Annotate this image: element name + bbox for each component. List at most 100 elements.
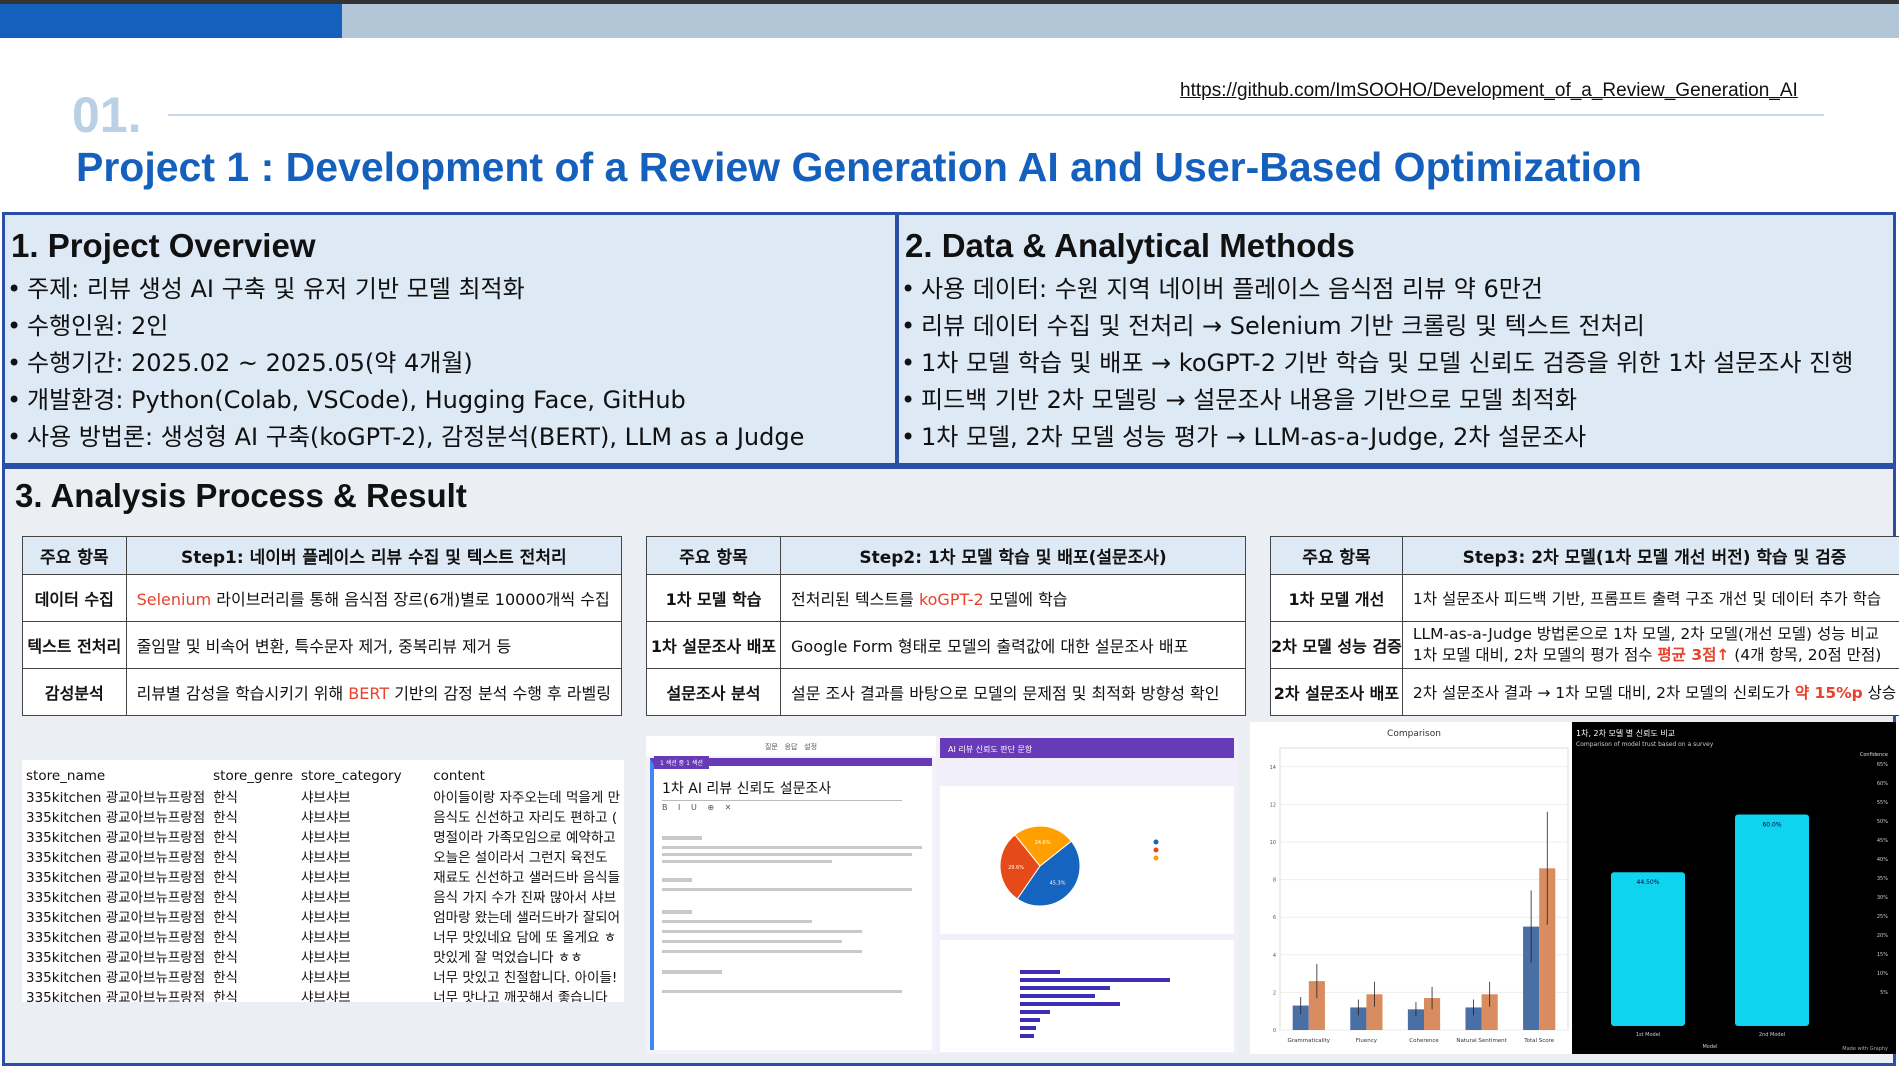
- comparison-chart: Comparison 0 2 4 6 8 10 12 14 Grammaticality Fluen…: [1270, 729, 1569, 1044]
- row-value: 1차 설문조사 피드백 기반, 프롬프트 출력 구조 개선 및 데이터 추가 학…: [1401, 574, 1899, 622]
- table-cell: 샤브샤브: [301, 869, 351, 886]
- tab-questions[interactable]: 질문: [765, 743, 778, 751]
- highlight-text: BERT: [348, 684, 390, 703]
- colorbar-tick: 35%: [1877, 876, 1888, 882]
- hbar-marks: [1020, 970, 1170, 1038]
- table-header: 주요 항목: [1270, 536, 1403, 575]
- hbar-chart: [1020, 970, 1170, 1038]
- table-cell: 샤브샤브: [301, 989, 351, 1002]
- methods-list: 사용 데이터: 수원 지역 네이버 플레이스 음식점 리뷰 약 6만건 리뷰 데…: [899, 271, 1893, 456]
- italic-icon[interactable]: I: [678, 803, 684, 812]
- table-cell: 샤브샤브: [301, 809, 351, 826]
- table-header: content: [433, 767, 485, 784]
- colorbar-tick: 25%: [1877, 914, 1888, 920]
- top-bar: [0, 0, 1899, 38]
- row-text: 라이브러리를 통해 음식점 장르(6개)별로 10000개씩 수집: [211, 590, 610, 609]
- bold-icon[interactable]: B: [662, 803, 672, 812]
- results-header: AI 리뷰 신뢰도 판단 문항: [940, 738, 1234, 758]
- tab-responses[interactable]: 응답: [785, 743, 798, 751]
- y-tick-label: 2: [1273, 990, 1276, 996]
- table-cell: 오늘은 설이라서 그런지 육전도: [433, 849, 608, 866]
- x-tick-label: Total Score: [1523, 1038, 1555, 1044]
- row-key: 텍스트 전처리: [22, 621, 127, 669]
- table-cell: 맛있게 잘 먹었습니다 ㅎㅎ: [433, 949, 583, 966]
- x-tick-label: Coherence: [1409, 1038, 1439, 1044]
- overview-item: 사용 방법론: 생성형 AI 구축(koGPT-2), 감정분석(BERT), …: [5, 419, 895, 456]
- trust-chart: 1차, 2차 모델 별 신뢰도 비교 Comparison of model tr…: [1576, 728, 1888, 1052]
- trust-chart-thumbnail: 1차, 2차 모델 별 신뢰도 비교 Comparison of model tr…: [1572, 722, 1896, 1054]
- row-text: 2차 설문조사 결과 → 1차 모델 대비, 2차 모델의 신뢰도가: [1412, 684, 1795, 702]
- table-cell: 샤브샤브: [301, 829, 351, 846]
- table-cell: 한식: [213, 809, 238, 826]
- table-row: 335kitchen 광교아브뉴프랑점 한식 샤브샤브 명절이라 가족모임으로 예약하…: [22, 826, 624, 846]
- row-key: 감성분석: [22, 668, 127, 716]
- clear-format-icon[interactable]: ✕: [725, 803, 736, 812]
- table-cell: 한식: [213, 829, 238, 846]
- step1-table: 주요 항목 Step1: 네이버 플레이스 리뷰 수집 및 텍스트 전처리 데이…: [22, 536, 623, 716]
- row-text: 모델에 학습: [983, 590, 1068, 609]
- underline-icon[interactable]: U: [691, 803, 701, 812]
- table-header: 주요 항목: [646, 536, 781, 575]
- step2-table: 주요 항목 Step2: 1차 모델 학습 및 배포(설문조사) 1차 모델 학…: [646, 536, 1246, 716]
- credit-text: Made with Graphy: [1842, 1046, 1888, 1052]
- legend-swatch: [1153, 847, 1159, 853]
- y-tick-label: 12: [1270, 802, 1276, 808]
- data-label: 44.50%: [1637, 879, 1660, 886]
- overview-heading: 1. Project Overview: [11, 227, 316, 264]
- table-cell: 샤브샤브: [301, 969, 351, 986]
- table-row: 감성분석 리뷰별 감성을 학습시키기 위해 BERT 기반의 감정 분석 수행 …: [22, 668, 623, 716]
- section-tag: 1 섹션 중 1 섹션: [654, 756, 709, 769]
- row-text: 기반의 감정 분석 수행 후 라벨링: [389, 684, 611, 703]
- row-text: 리뷰별 감성을 학습시키기 위해: [136, 684, 349, 703]
- step3-table: 주요 항목 Step3: 2차 모델(1차 모델 개선 버전) 학습 및 검증 …: [1270, 536, 1899, 716]
- table-cell: 샤브샤브: [301, 889, 351, 906]
- table-cell: 335kitchen 광교아브뉴프랑점: [26, 909, 206, 926]
- table-cell: 335kitchen 광교아브뉴프랑점: [26, 829, 206, 846]
- colorbar-tick: 30%: [1877, 895, 1888, 901]
- table-header: Step2: 1차 모델 학습 및 배포(설문조사): [780, 536, 1246, 575]
- overview-item: 수행기간: 2025.02 ~ 2025.05(약 4개월): [5, 345, 895, 382]
- table-cell: 한식: [213, 869, 238, 886]
- x-tick-label: 2nd Model: [1759, 1032, 1785, 1038]
- data-sample-thumbnail: store_name store_genre store_category co…: [22, 760, 624, 1002]
- table-cell: 한식: [213, 889, 238, 906]
- repo-link[interactable]: https://github.com/ImSOOHO/Development_o…: [1180, 80, 1798, 102]
- table-row: 335kitchen 광교아브뉴프랑점 한식 샤브샤브 너무 맛있고 친절합니다. 아…: [22, 966, 624, 986]
- legend-swatch: [1153, 839, 1159, 845]
- table-row: 텍스트 전처리 줄임말 및 비속어 변환, 특수문자 제거, 중복리뷰 제거 등: [22, 621, 623, 669]
- table-cell: 음식 가지 수가 진짜 많아서 샤브: [433, 889, 617, 906]
- colorbar-tick: 45%: [1877, 838, 1888, 844]
- table-cell: 샤브샤브: [301, 789, 351, 806]
- chart-subtitle: Comparison of model trust based on a sur…: [1576, 741, 1714, 748]
- table-cell: 한식: [213, 909, 238, 926]
- row-text: 전처리된 텍스트를: [791, 590, 919, 609]
- table-row: 1차 모델 학습 전처리된 텍스트를 koGPT-2 모델에 학습: [646, 574, 1246, 622]
- row-value: 설문 조사 결과를 바탕으로 모델의 문제점 및 최적화 방향성 확인: [780, 668, 1246, 716]
- table-cell: 너무 맛있네요 담에 또 올게요 ㅎ: [433, 929, 617, 946]
- table-cell: 한식: [213, 929, 238, 946]
- table-cell: 샤브샤브: [301, 909, 351, 926]
- table-cell: 335kitchen 광교아브뉴프랑점: [26, 889, 206, 906]
- highlight-text: Selenium: [136, 590, 212, 609]
- link-icon[interactable]: ⊕: [707, 803, 718, 812]
- row-key: 2차 설문조사 배포: [1270, 668, 1403, 716]
- comparison-chart-thumbnail: Comparison 0 2 4 6 8 10 12 14 Grammaticality Fluen…: [1250, 722, 1578, 1054]
- table-row: 335kitchen 광교아브뉴프랑점 한식 샤브샤브 아이들이랑 자주오는데 먹을게…: [22, 786, 624, 806]
- header-divider: [168, 114, 1824, 116]
- table-cell: 아이들이랑 자주오는데 먹을게 만: [433, 789, 620, 806]
- table-cell: 335kitchen 광교아브뉴프랑점: [26, 989, 206, 1002]
- table-header: store_category: [301, 767, 402, 784]
- table-row: 설문조사 분석 설문 조사 결과를 바탕으로 모델의 문제점 및 최적화 방향성…: [646, 668, 1246, 716]
- row-value: LLM-as-a-Judge 방법론으로 1차 모델, 2차 모델(개선 모델)…: [1401, 621, 1899, 669]
- row-key: 데이터 수집: [22, 574, 127, 622]
- pie-label: 24.6%: [1035, 840, 1051, 846]
- x-tick-label: 1st Model: [1636, 1032, 1660, 1038]
- tab-settings[interactable]: 설정: [804, 743, 817, 751]
- y-tick-label: 4: [1273, 953, 1276, 959]
- pie-chart: 45.3% 29.6% 24.6%: [999, 825, 1159, 907]
- form-divider: [662, 800, 902, 801]
- colorbar-tick: 40%: [1877, 857, 1888, 863]
- table-cell: 335kitchen 광교아브뉴프랑점: [26, 949, 206, 966]
- row-key: 설문조사 분석: [646, 668, 781, 716]
- table-cell: 엄마랑 왔는데 샐러드바가 잘되어: [433, 909, 620, 926]
